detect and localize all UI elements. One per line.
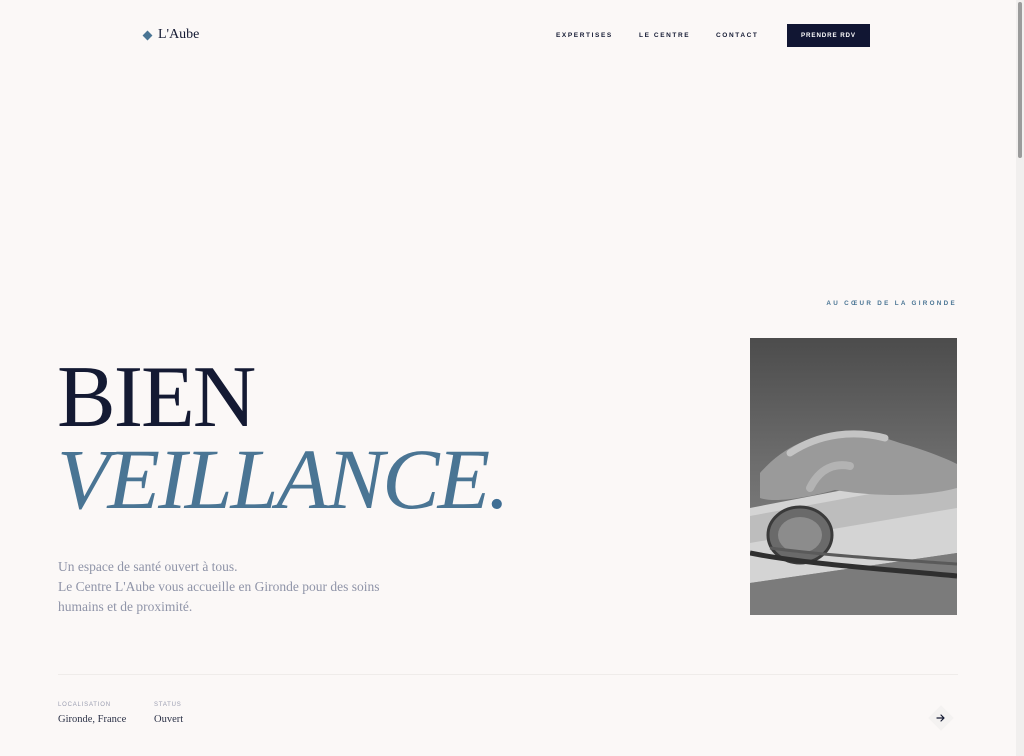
status-value: Ouvert <box>154 714 184 725</box>
hero-title-word: VEILLANCE <box>57 431 490 527</box>
hero-title-line2: VEILLANCE. <box>57 436 510 522</box>
next-button[interactable] <box>929 706 953 730</box>
status-label: STATUS <box>154 702 182 708</box>
arrow-right-icon <box>936 714 945 722</box>
nav-item-le-centre[interactable]: LE CENTRE <box>639 32 690 39</box>
scrollbar[interactable] <box>1016 0 1024 756</box>
location-label: LOCALISATION <box>58 702 111 708</box>
location-value: Gironde, France <box>58 714 127 725</box>
brand-logo[interactable]: L'Aube <box>142 27 200 43</box>
hero-intro: Un espace de santé ouvert à tous. Le Cen… <box>58 557 398 617</box>
stethoscope-laptop-illustration <box>750 338 957 615</box>
intro-line: Le Centre L'Aube vous accueille en Giron… <box>58 579 380 594</box>
diamond-icon <box>142 30 153 40</box>
intro-line: Un espace de santé ouvert à tous. <box>58 559 238 574</box>
hero-title-dot: . <box>488 431 509 527</box>
brand-name: L'Aube <box>158 27 200 42</box>
nav-item-expertises[interactable]: EXPERTISES <box>556 32 613 39</box>
hero-photo <box>750 338 957 615</box>
hero-title-line1: BIEN <box>57 349 256 446</box>
section-divider <box>58 674 958 675</box>
intro-line: humains et de proximité. <box>58 599 193 614</box>
scrollbar-thumb[interactable] <box>1018 2 1022 158</box>
book-appointment-button[interactable]: PRENDRE RDV <box>787 24 870 47</box>
hero-eyebrow: AU CŒUR DE LA GIRONDE <box>826 300 957 307</box>
nav-item-contact[interactable]: CONTACT <box>716 32 759 39</box>
